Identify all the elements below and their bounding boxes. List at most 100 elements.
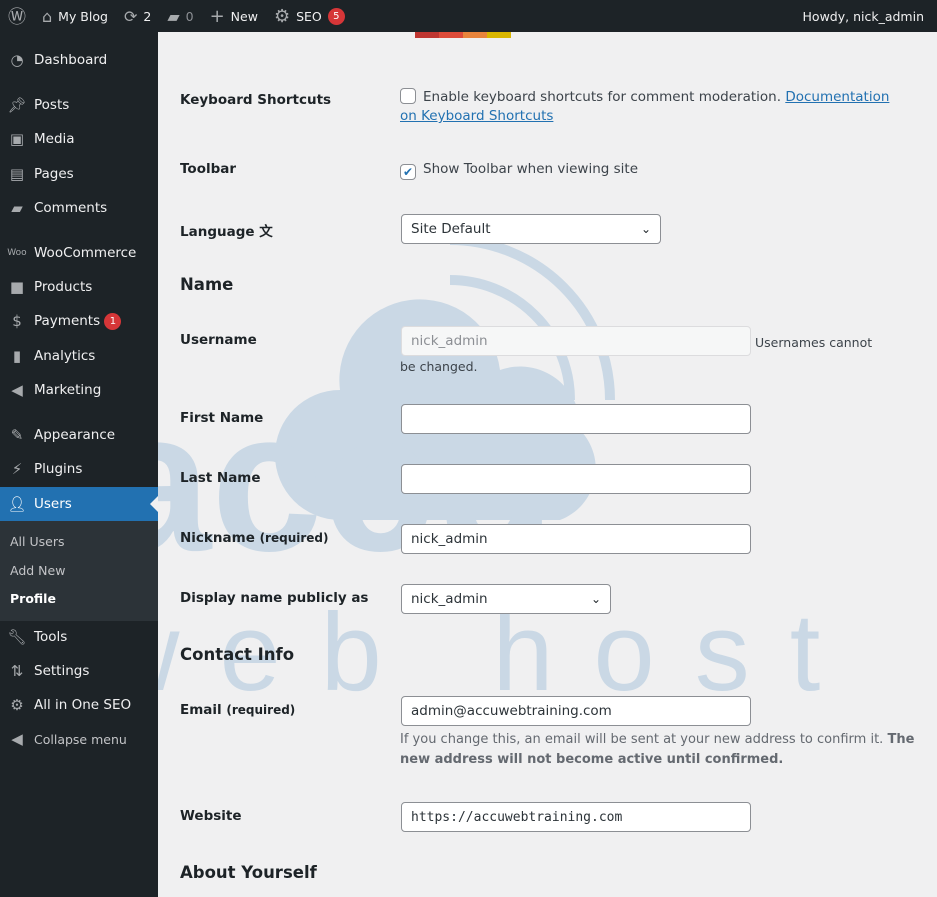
howdy-text: Howdy, nick_admin	[802, 8, 924, 24]
megaphone-icon: ◀	[11, 381, 23, 399]
submenu-all-users[interactable]: All Users	[10, 534, 64, 549]
menu-label: Posts	[34, 97, 70, 113]
menu-appearance[interactable]: ✎ Appearance	[0, 418, 158, 452]
admin-bar: Ⓦ ⌂ My Blog ⟳ 2 ▰ 0 + New ⚙ SEO 5 Howdy, nick_…	[0, 0, 937, 32]
menu-users[interactable]: 👤︎ Users	[0, 487, 158, 521]
contact-info-heading: Contact Info	[180, 645, 295, 664]
menu-label: Comments	[34, 200, 108, 216]
menu-plugins[interactable]: ⚡ Plugins	[0, 452, 158, 486]
username-note: Usernames cannot be changed.	[400, 335, 873, 374]
menu-label: Tools	[34, 629, 68, 645]
analytics-icon: ▮	[12, 347, 22, 365]
seo-label: SEO	[296, 8, 322, 24]
menu-label: WooCommerce	[34, 245, 137, 261]
menu-products[interactable]: ■ Products	[0, 270, 158, 304]
nickname-input[interactable]: nick_admin	[401, 524, 751, 554]
language-label-text: Language	[180, 224, 255, 240]
menu-woocommerce[interactable]: Woo WooCommerce	[0, 236, 158, 270]
menu-label: All in One SEO	[34, 697, 132, 713]
last-name-label: Last Name	[180, 470, 261, 486]
toolbar-text: Show Toolbar when viewing site	[423, 161, 639, 177]
toolbar-label: Toolbar	[180, 161, 237, 177]
submenu-profile[interactable]: Profile	[10, 591, 56, 606]
comment-icon: ▰	[11, 199, 23, 217]
menu-label: Analytics	[34, 348, 96, 364]
color-scheme-stripe	[415, 32, 511, 38]
website-input[interactable]: https://accuwebtraining.com	[401, 802, 751, 832]
menu-tools[interactable]: 🔧︎ Tools	[0, 620, 158, 654]
woocommerce-icon: Woo	[7, 248, 27, 258]
required-note: (required)	[226, 703, 296, 717]
home-icon: ⌂	[42, 6, 53, 26]
menu-label: Dashboard	[34, 52, 108, 68]
menu-label: Marketing	[34, 382, 102, 398]
keyboard-shortcuts-checkbox[interactable]	[400, 88, 416, 104]
menu-comments[interactable]: ▰ Comments	[0, 191, 158, 225]
collapse-menu-button[interactable]: ◀ Collapse menu	[0, 722, 158, 756]
menu-pages[interactable]: ▤ Pages	[0, 157, 158, 191]
keyboard-shortcuts-text: Enable keyboard shortcuts for comment mo…	[423, 89, 782, 105]
menu-marketing[interactable]: ◀ Marketing	[0, 373, 158, 407]
media-icon: ▣	[9, 130, 25, 148]
menu-dashboard[interactable]: ◔ Dashboard	[0, 43, 158, 77]
payments-badge: 1	[104, 312, 122, 330]
menu-analytics[interactable]: ▮ Analytics	[0, 339, 158, 373]
nickname-label-text: Nickname	[180, 530, 255, 546]
language-select[interactable]: Site Default ⌄	[401, 214, 661, 244]
new-content-link[interactable]: + New	[202, 0, 266, 32]
menu-label: Products	[34, 279, 93, 295]
submenu-add-new[interactable]: Add New	[10, 563, 65, 578]
menu-label: Settings	[34, 663, 90, 679]
email-label: Email (required)	[180, 702, 295, 718]
site-name-link[interactable]: ⌂ My Blog	[34, 0, 116, 32]
menu-posts[interactable]: 📌︎ Posts	[0, 88, 158, 122]
display-name-label: Display name publicly as	[180, 590, 369, 606]
menu-label: Plugins	[34, 461, 83, 477]
language-value: Site Default	[411, 221, 491, 237]
last-name-input[interactable]	[401, 464, 751, 494]
site-name: My Blog	[58, 8, 108, 24]
comment-icon: ▰	[167, 6, 180, 26]
toolbar-option: ✔ Show Toolbar when viewing site	[400, 161, 638, 180]
menu-label: Media	[34, 131, 75, 147]
refresh-icon: ⟳	[123, 6, 138, 26]
name-heading: Name	[180, 275, 234, 294]
comments-link[interactable]: ▰ 0	[159, 0, 201, 32]
wordpress-logo-button[interactable]: Ⓦ	[0, 0, 34, 32]
menu-settings[interactable]: ⇅ Settings	[0, 654, 158, 688]
pages-icon: ▤	[9, 165, 25, 183]
seo-link[interactable]: ⚙ SEO 5	[266, 0, 353, 32]
menu-media[interactable]: ▣ Media	[0, 122, 158, 156]
first-name-input[interactable]	[401, 404, 751, 434]
toolbar-checkbox[interactable]: ✔	[400, 164, 416, 180]
user-icon: 👤︎	[7, 495, 27, 513]
chevron-down-icon: ⌄	[640, 222, 651, 236]
display-name-select[interactable]: nick_admin ⌄	[401, 584, 611, 614]
email-description: If you change this, an email will be sen…	[400, 730, 930, 770]
updates-link[interactable]: ⟳ 2	[116, 0, 159, 32]
dashboard-icon: ◔	[10, 51, 24, 69]
plus-icon: +	[209, 5, 225, 27]
menu-all-in-one-seo[interactable]: ⚙ All in One SEO	[0, 688, 158, 722]
menu-label: Appearance	[34, 427, 116, 443]
nickname-label: Nickname (required)	[180, 530, 328, 546]
about-yourself-heading: About Yourself	[180, 863, 317, 882]
menu-label: Payments	[34, 313, 101, 329]
keyboard-shortcuts-label: Keyboard Shortcuts	[180, 92, 332, 108]
menu-label: Pages	[34, 166, 74, 182]
email-note: If you change this, an email will be sen…	[400, 732, 884, 747]
menu-label: Collapse menu	[34, 731, 127, 747]
menu-payments[interactable]: $ Payments 1	[0, 304, 158, 338]
chevron-down-icon: ⌄	[590, 592, 601, 606]
username-label: Username	[180, 332, 257, 348]
seo-badge: 5	[327, 7, 345, 25]
seo-gear-icon: ⚙	[10, 696, 24, 714]
admin-sidebar: ◔ Dashboard 📌︎ Posts ▣ Media ▤ Pages ▰ Commen…	[0, 32, 158, 897]
users-submenu: All Users Add New Profile	[0, 521, 158, 621]
plugin-icon: ⚡	[11, 460, 23, 478]
collapse-icon: ◀	[11, 730, 23, 748]
wordpress-icon: Ⓦ	[8, 7, 26, 28]
new-label: New	[230, 8, 258, 24]
account-menu[interactable]: Howdy, nick_admin	[795, 0, 937, 32]
email-input[interactable]: admin@accuwebtraining.com	[401, 696, 751, 726]
